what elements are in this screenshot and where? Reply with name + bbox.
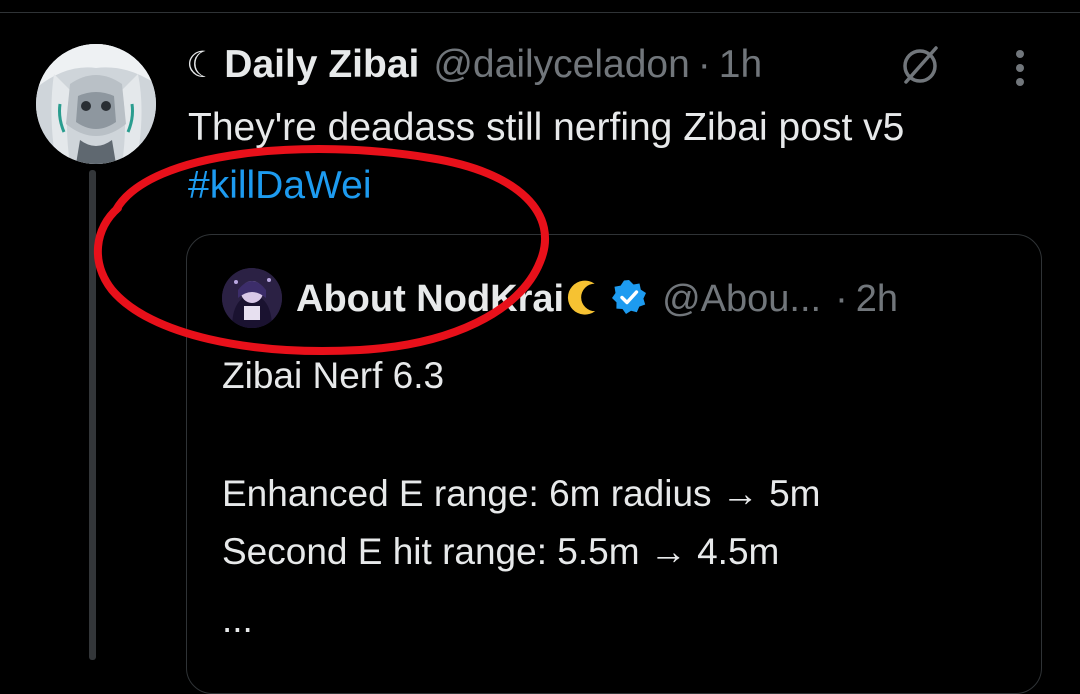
thread-connector-line	[89, 170, 96, 660]
quoted-tweet-header: About NodKrai @Abou... · 2h	[296, 272, 898, 326]
grok-icon[interactable]	[896, 42, 944, 90]
tweet-header: ☾ Daily Zibai @dailyceladon · 1h	[186, 40, 762, 90]
more-vertical-icon[interactable]	[1006, 46, 1034, 90]
quoted-tweet-line: Enhanced E range: 6m radius → 5m	[222, 473, 821, 514]
quoted-tweet-line: Zibai Nerf 6.3	[222, 355, 445, 396]
top-divider	[0, 12, 1080, 13]
quoted-author-avatar[interactable]	[222, 268, 282, 328]
crescent-moon-glyph: ☾	[186, 44, 219, 85]
quoted-tweet-line: Second E hit range: 5.5m → 4.5m	[222, 531, 780, 572]
quoted-author-handle[interactable]: @Abou...	[662, 278, 821, 321]
crescent-moon-icon	[566, 277, 602, 322]
quoted-tweet-ellipsis: ...	[222, 599, 253, 640]
author-display-name[interactable]: Daily Zibai	[224, 43, 419, 87]
quoted-separator-dot: ·	[835, 277, 848, 320]
tweet-timestamp[interactable]: 1h	[719, 43, 762, 87]
verified-badge-icon[interactable]	[610, 278, 648, 321]
hashtag-link[interactable]: #killDaWei	[188, 158, 372, 214]
tweet-text: They're deadass still nerfing Zibai post…	[188, 106, 905, 149]
avatar-image	[36, 44, 156, 164]
author-handle[interactable]: @dailyceladon	[433, 43, 689, 87]
quoted-author-display-name[interactable]: About NodKrai	[296, 278, 564, 321]
quoted-tweet-timestamp[interactable]: 2h	[856, 278, 898, 321]
avatar[interactable]	[36, 44, 156, 164]
separator-dot: ·	[697, 43, 711, 86]
